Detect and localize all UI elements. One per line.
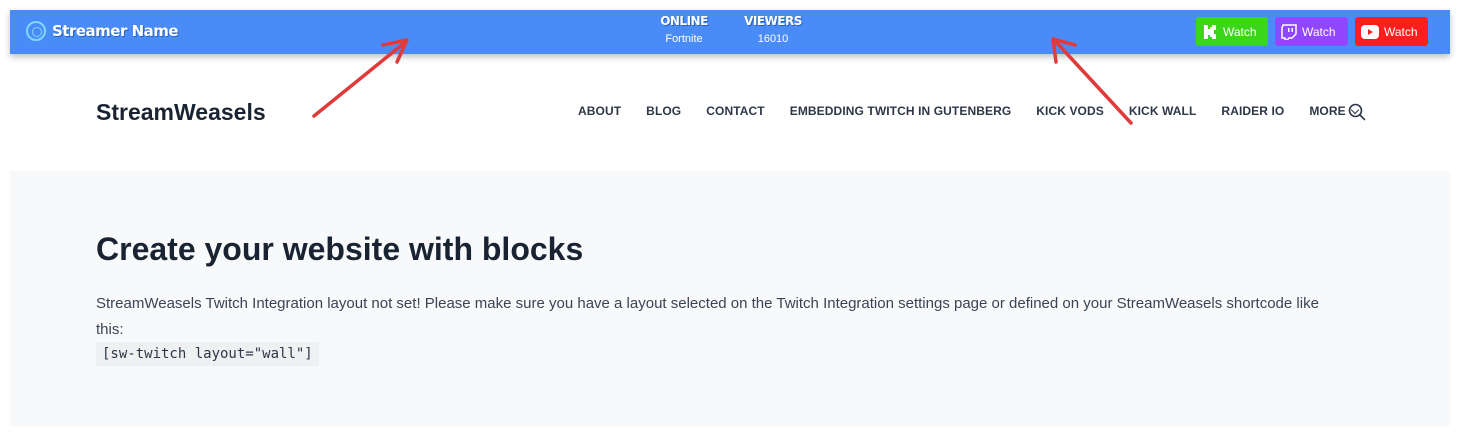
watch-kick-button[interactable]: Watch (1196, 17, 1268, 46)
site-logo[interactable]: StreamWeasels (96, 99, 266, 126)
viewers-value: 16010 (757, 33, 789, 45)
twitch-icon (1281, 23, 1297, 40)
streamer-name: Streamer Name (52, 22, 179, 40)
watch-twitch-label: Watch (1302, 24, 1336, 39)
site-header: StreamWeasels ABOUT BLOG CONTACT EMBEDDI… (10, 54, 1450, 171)
search-icon[interactable] (1348, 103, 1366, 126)
nav-kick-wall[interactable]: KICK WALL (1129, 104, 1197, 118)
status-ring-icon (26, 21, 46, 41)
nav-about[interactable]: ABOUT (578, 104, 621, 118)
nav-more-label: MORE (1309, 104, 1346, 118)
online-label: ONLINE (660, 14, 708, 28)
layout-warning-message: StreamWeasels Twitch Integration layout … (96, 295, 1319, 338)
watch-youtube-button[interactable]: Watch (1355, 17, 1428, 46)
watch-kick-label: Watch (1223, 24, 1257, 39)
main-content: Create your website with blocks StreamWe… (10, 171, 1450, 426)
online-status: ONLINE Fortnite (657, 14, 711, 45)
youtube-icon (1361, 24, 1379, 39)
watch-youtube-label: Watch (1384, 24, 1418, 39)
main-nav: ABOUT BLOG CONTACT EMBEDDING TWITCH IN G… (578, 104, 1383, 118)
streamer-name-group[interactable]: Streamer Name (26, 21, 179, 41)
online-game: Fortnite (665, 33, 703, 45)
nav-raider-io[interactable]: RAIDER IO (1221, 104, 1284, 118)
viewers-count: VIEWERS 16010 (743, 14, 803, 45)
kick-icon (1202, 24, 1218, 40)
nav-embedding-twitch[interactable]: EMBEDDING TWITCH IN GUTENBERG (790, 104, 1012, 118)
watch-twitch-button[interactable]: Watch (1275, 17, 1348, 46)
page-title: Create your website with blocks (96, 231, 584, 267)
shortcode-example: [sw-twitch layout="wall"] (96, 342, 319, 366)
nav-blog[interactable]: BLOG (646, 104, 681, 118)
viewers-label: VIEWERS (744, 14, 802, 28)
nav-kick-vods[interactable]: KICK VODS (1036, 104, 1104, 118)
nav-contact[interactable]: CONTACT (706, 104, 764, 118)
streamer-bar: Streamer Name ONLINE Fortnite VIEWERS 16… (10, 10, 1450, 54)
